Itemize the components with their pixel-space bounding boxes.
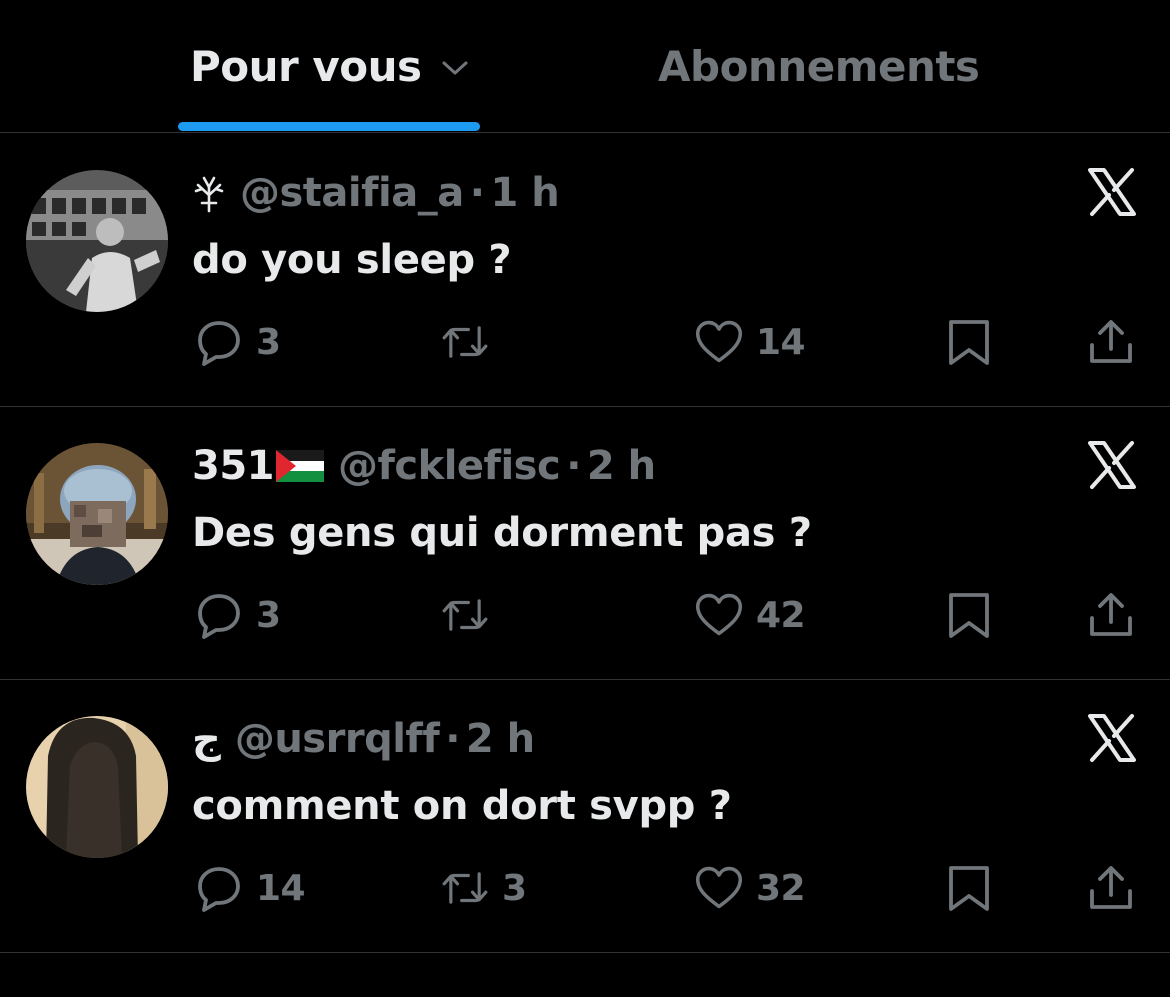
post-header: ج @usrrqlff · 2 h xyxy=(192,714,535,764)
post-text: comment on dort svpp ? xyxy=(192,783,732,829)
like-count: 32 xyxy=(756,867,806,909)
post-header: @staifia_a · 1 h xyxy=(192,168,560,218)
x-logo-icon xyxy=(1088,441,1136,489)
sprout-glyph-icon xyxy=(192,173,226,213)
avatar[interactable] xyxy=(26,170,168,312)
repost-button[interactable] xyxy=(440,312,502,372)
bookmark-button[interactable] xyxy=(944,312,994,372)
reply-count: 3 xyxy=(256,594,281,636)
like-count: 14 xyxy=(756,321,806,363)
share-icon xyxy=(1090,320,1132,363)
bookmark-icon xyxy=(949,866,989,911)
avatar[interactable] xyxy=(26,716,168,858)
reply-icon xyxy=(198,594,240,639)
post-actions: 14 3 32 xyxy=(0,858,1170,918)
separator-dot: · xyxy=(566,443,581,489)
heart-icon xyxy=(695,320,743,363)
post-time[interactable]: 1 h xyxy=(490,170,559,216)
user-handle[interactable]: @fcklefisc xyxy=(338,443,561,489)
active-tab-indicator xyxy=(178,122,480,131)
like-button[interactable]: 42 xyxy=(694,585,806,645)
post-time[interactable]: 2 h xyxy=(587,443,656,489)
post[interactable]: @staifia_a · 1 h do you sleep ? 3 14 xyxy=(0,134,1170,407)
tab-following[interactable]: Abonnements xyxy=(658,40,980,94)
x-logo-icon xyxy=(1088,168,1136,216)
post-text: Des gens qui dorment pas ? xyxy=(192,510,812,556)
x-logo-icon xyxy=(1088,714,1136,762)
repost-icon xyxy=(442,326,488,358)
post[interactable]: ج @usrrqlff · 2 h comment on dort svpp ?… xyxy=(0,680,1170,953)
share-button[interactable] xyxy=(1086,585,1136,645)
timeline-tabs: Pour vous Abonnements xyxy=(0,0,1170,133)
post-header: 351 @fcklefisc · 2 h xyxy=(192,441,656,491)
chevron-down-icon[interactable] xyxy=(440,56,470,80)
repost-icon xyxy=(442,599,488,631)
reply-button[interactable]: 14 xyxy=(194,858,306,918)
user-handle[interactable]: @staifia_a xyxy=(240,170,464,216)
reply-icon xyxy=(198,867,240,912)
post-text: do you sleep ? xyxy=(192,237,512,283)
palestine-flag-icon xyxy=(276,450,324,482)
display-name[interactable]: 351 xyxy=(192,443,275,489)
post-actions: 3 14 xyxy=(0,312,1170,372)
separator-dot: · xyxy=(445,716,460,762)
bookmark-button[interactable] xyxy=(944,858,994,918)
reply-button[interactable]: 3 xyxy=(194,585,281,645)
share-icon xyxy=(1090,593,1132,636)
post[interactable]: 351 @fcklefisc · 2 h Des gens qui dormen… xyxy=(0,407,1170,680)
reply-icon xyxy=(198,321,240,366)
reply-count: 14 xyxy=(256,867,306,909)
bookmark-icon xyxy=(949,320,989,365)
post-actions: 3 42 xyxy=(0,585,1170,645)
share-button[interactable] xyxy=(1086,858,1136,918)
like-button[interactable]: 14 xyxy=(694,312,806,372)
avatar[interactable] xyxy=(26,443,168,585)
bookmark-button[interactable] xyxy=(944,585,994,645)
user-handle[interactable]: @usrrqlff xyxy=(235,716,440,762)
like-button[interactable]: 32 xyxy=(694,858,806,918)
share-icon xyxy=(1090,866,1132,909)
reply-button[interactable]: 3 xyxy=(194,312,281,372)
heart-icon xyxy=(695,866,743,909)
bookmark-icon xyxy=(949,593,989,638)
tab-for-you[interactable]: Pour vous xyxy=(190,40,422,94)
post-time[interactable]: 2 h xyxy=(466,716,535,762)
heart-icon xyxy=(695,593,743,636)
repost-count: 3 xyxy=(502,867,527,909)
share-button[interactable] xyxy=(1086,312,1136,372)
repost-icon xyxy=(442,872,488,904)
repost-button[interactable]: 3 xyxy=(440,858,527,918)
separator-dot: · xyxy=(469,170,485,216)
repost-button[interactable] xyxy=(440,585,502,645)
reply-count: 3 xyxy=(256,321,281,363)
display-name[interactable]: ج xyxy=(192,716,221,762)
like-count: 42 xyxy=(756,594,806,636)
